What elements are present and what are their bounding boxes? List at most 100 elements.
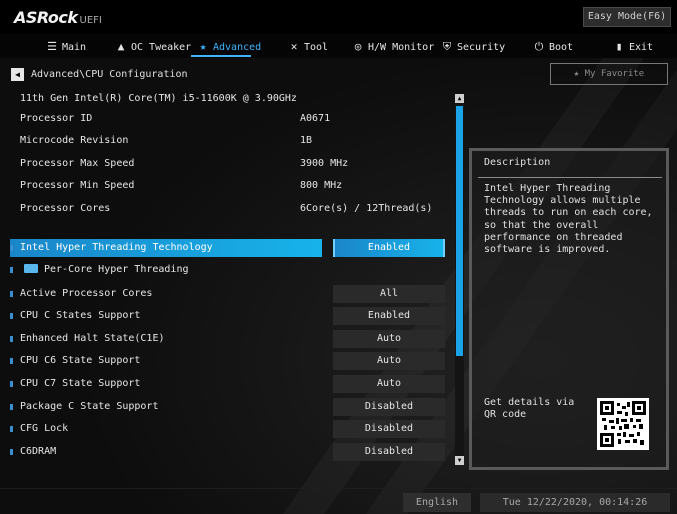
tab-label: Exit — [629, 42, 654, 53]
setting-value-button[interactable]: All — [333, 285, 445, 303]
bullet-icon — [10, 404, 13, 410]
language-button[interactable]: English — [403, 493, 471, 512]
tab-label: H/W Monitor — [368, 42, 435, 53]
setting-value-button[interactable]: Enabled — [333, 239, 445, 257]
description-divider — [478, 177, 662, 178]
brand-logo: ASRock UEFI — [14, 8, 102, 27]
info-label: Processor Min Speed — [20, 180, 135, 191]
list-icon: ☰ — [47, 40, 57, 53]
info-value: A0671 — [300, 113, 331, 124]
tab-main[interactable]: ☰ Main — [45, 38, 86, 56]
scroll-down-button[interactable]: ▼ — [455, 456, 464, 465]
description-title: Description — [484, 157, 551, 168]
scroll-up-button[interactable]: ▲ — [455, 94, 464, 103]
tab-label: OC Tweaker — [131, 42, 192, 53]
setting-c7[interactable]: CPU C7 State Support Auto — [10, 374, 450, 394]
setting-cfg-lock[interactable]: CFG Lock Disabled — [10, 419, 450, 439]
setting-value-button[interactable]: Enabled — [333, 307, 445, 325]
info-value: 6Core(s) / 12Thread(s) — [300, 203, 433, 214]
setting-hyper-threading[interactable]: Intel Hyper Threading Technology Enabled — [10, 238, 450, 258]
datetime-display: Tue 12/22/2020, 00:14:26 — [480, 493, 670, 512]
exit-icon: ▮ — [615, 40, 623, 53]
chevron-up-icon: ▲ — [457, 95, 462, 102]
bullet-icon — [10, 449, 13, 455]
setting-label: Active Processor Cores — [20, 288, 153, 299]
info-value: 1B — [300, 135, 313, 146]
info-label: Processor Max Speed — [20, 158, 135, 169]
tab-label: Main — [62, 42, 87, 53]
setting-c6[interactable]: CPU C6 State Support Auto — [10, 351, 450, 371]
setting-value-button[interactable]: Disabled — [333, 420, 445, 438]
qr-caption: Get details via QR code — [484, 397, 575, 420]
brand-suffix: UEFI — [79, 15, 102, 26]
tab-label: Boot — [549, 42, 574, 53]
setting-label: C6DRAM — [20, 446, 57, 457]
info-label: Processor Cores — [20, 203, 111, 214]
setting-value-button[interactable]: Auto — [333, 352, 445, 370]
chevron-left-icon: ◀ — [15, 70, 20, 79]
tab-exit[interactable]: ▮ Exit — [612, 38, 653, 56]
tab-hw-monitor[interactable]: ◎ H/W Monitor — [351, 38, 435, 56]
info-value: 3900 MHz — [300, 158, 349, 169]
info-row-processor-id: Processor ID A0671 — [10, 109, 450, 129]
setting-cstates[interactable]: CPU C States Support Enabled — [10, 306, 450, 326]
monitor-icon: ◎ — [354, 40, 362, 53]
setting-label: CPU C7 State Support — [20, 378, 141, 389]
setting-label: Package C State Support — [20, 401, 159, 412]
setting-label: Enhanced Halt State(C1E) — [20, 333, 165, 344]
setting-per-core-ht[interactable]: Per-Core Hyper Threading — [10, 260, 450, 280]
tab-label: Tool — [304, 42, 329, 53]
tab-oc-tweaker[interactable]: ▲ OC Tweaker — [114, 38, 192, 56]
tab-boot[interactable]: ⏻ Boot — [532, 38, 573, 56]
bullet-icon — [10, 267, 13, 273]
bullet-icon — [10, 336, 13, 342]
main-nav — [0, 34, 677, 58]
setting-c6dram[interactable]: C6DRAM Disabled — [10, 442, 450, 462]
setting-label: CPU C6 State Support — [20, 355, 141, 366]
rocket-icon: ▲ — [117, 40, 125, 53]
qr-code-graphic — [600, 401, 646, 447]
tab-advanced[interactable]: ★ Advanced — [196, 38, 261, 56]
my-favorite-button[interactable]: ★ My Favorite — [550, 63, 668, 85]
back-button[interactable]: ◀ — [11, 68, 24, 81]
tab-label: Advanced — [213, 42, 262, 53]
setting-package-cstate[interactable]: Package C State Support Disabled — [10, 397, 450, 417]
bottom-divider — [0, 488, 677, 489]
setting-value-button[interactable]: Auto — [333, 330, 445, 348]
info-row-microcode: Microcode Revision 1B — [10, 131, 450, 151]
bullet-icon — [10, 426, 13, 432]
setting-label: CPU C States Support — [20, 310, 141, 321]
tab-label: Security — [457, 42, 506, 53]
breadcrumb: Advanced\CPU Configuration — [31, 69, 188, 80]
bullet-icon — [10, 245, 13, 251]
easy-mode-button[interactable]: Easy Mode(F6) — [583, 7, 671, 27]
active-tab-underline — [191, 55, 251, 57]
setting-label: CFG Lock — [20, 423, 69, 434]
info-row-min-speed: Processor Min Speed 800 MHz — [10, 176, 450, 196]
info-row-max-speed: Processor Max Speed 3900 MHz — [10, 154, 450, 174]
star-icon: ★ — [573, 69, 580, 79]
setting-active-cores[interactable]: Active Processor Cores All — [10, 284, 450, 304]
setting-value-button[interactable]: Auto — [333, 375, 445, 393]
tab-security[interactable]: ⛨ Security — [440, 38, 505, 56]
setting-value-button[interactable]: Disabled — [333, 398, 445, 416]
my-favorite-label: My Favorite — [584, 69, 645, 79]
tools-icon: ✕ — [290, 40, 298, 53]
setting-value-button[interactable]: Disabled — [333, 443, 445, 461]
info-label: Microcode Revision — [20, 135, 129, 146]
qr-code-icon — [597, 398, 649, 450]
bullet-icon — [10, 313, 13, 319]
star-icon: ★ — [199, 40, 207, 53]
bullet-icon — [10, 381, 13, 387]
info-label: Processor ID — [20, 113, 93, 124]
setting-c1e[interactable]: Enhanced Halt State(C1E) Auto — [10, 329, 450, 349]
shield-icon: ⛨ — [442, 40, 452, 53]
cpu-name: 11th Gen Intel(R) Core(TM) i5-11600K @ 3… — [20, 93, 297, 104]
cpu-name-row: 11th Gen Intel(R) Core(TM) i5-11600K @ 3… — [10, 89, 450, 109]
description-text: Intel Hyper Threading Technology allows … — [484, 183, 653, 256]
info-value: 800 MHz — [300, 180, 343, 191]
scrollbar-thumb[interactable] — [456, 106, 463, 356]
bullet-icon — [10, 291, 13, 297]
power-icon: ⏻ — [534, 40, 544, 53]
tab-tool[interactable]: ✕ Tool — [287, 38, 328, 56]
